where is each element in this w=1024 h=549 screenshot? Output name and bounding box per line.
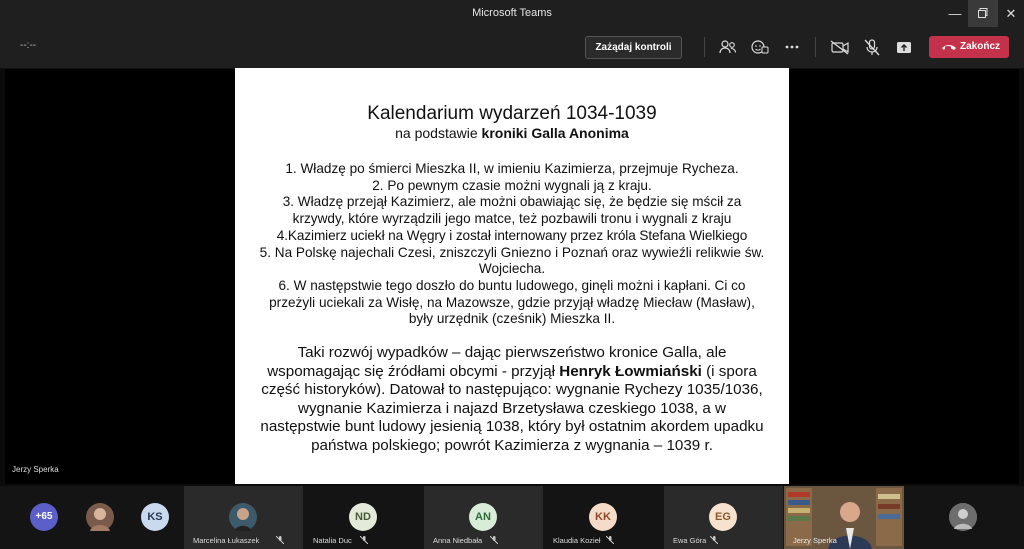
subtitle-bold: kroniki Galla Anonima [481,125,629,141]
avatar-initials: KK [589,503,617,531]
participant-name: Ewa Góra [673,536,707,545]
camera-off-icon[interactable] [828,36,852,58]
slide-subtitle: na podstawie kroniki Galla Anonima [235,125,789,141]
mic-off-icon [710,536,718,544]
participant-name: Klaudia Kozieł [553,536,601,545]
minimize-icon[interactable]: — [940,0,970,27]
end-call-label: Zakończ [960,41,1001,52]
event-list: 1. Władzę po śmierci Mieszka II, w imien… [257,161,767,328]
participant-tile[interactable]: ND Natalia Duc [304,486,423,549]
list-item: 4.Kazimierz uciekł na Węgry i został int… [276,227,748,243]
title-bar: Microsoft Teams — ✕ [0,0,1024,27]
participant-tile[interactable]: KK Klaudia Kozieł [544,486,663,549]
mic-off-icon [276,536,284,544]
presentation-slide: Kalendarium wydarzeń 1034-1039 na podsta… [235,68,789,484]
para-bold-name: Henryk Łowmiański [559,362,702,380]
participants-icon[interactable] [716,36,740,58]
participants-strip: +65 KS Marcelina Łukaszek ND Natalia Duc… [0,486,1024,549]
avatar[interactable] [86,503,114,531]
phone-icon [942,45,956,50]
list-item: 5. Na Polskę najechali Czesi, zniszczyli… [259,244,765,277]
participant-tile[interactable]: Marcelina Łukaszek [184,486,303,549]
toolbar-divider [704,37,705,57]
share-icon[interactable] [892,36,916,58]
participant-name: Jerzy Sperka [793,536,837,545]
mic-off-icon [606,536,614,544]
meeting-timer: --:-- [20,40,37,51]
list-item: 2. Po pewnym czasie możni wygnali ją z k… [372,177,652,193]
meeting-toolbar: --:-- Zażądaj kontroli Zakończ [0,27,1024,69]
participant-name: Marcelina Łukaszek [193,536,260,545]
avatar-initials: EG [709,503,737,531]
end-call-button[interactable]: Zakończ [929,36,1009,58]
more-icon[interactable] [780,36,804,58]
participant-tile[interactable]: EG Ewa Góra [664,486,783,549]
participant-name: Anna Niedbała [433,536,483,545]
list-item: 3. Władzę przejął Kazimierz, ale możni o… [282,194,742,227]
reactions-icon[interactable] [748,36,772,58]
avatar-ks[interactable]: KS [141,503,169,531]
participant-name: Natalia Duc [313,536,352,545]
avatar-initials: AN [469,503,497,531]
slide-title: Kalendarium wydarzeń 1034-1039 [367,103,657,124]
overflow-participants-badge[interactable]: +65 [30,503,58,531]
mic-off-icon[interactable] [860,36,884,58]
subtitle-prefix: na podstawie [395,125,482,141]
summary-paragraph: Taki rozwój wypadków – dając pierwszeńst… [257,344,767,456]
maximize-icon[interactable] [968,0,998,27]
toolbar-divider [815,37,816,57]
window-title: Microsoft Teams [472,7,552,19]
close-icon[interactable]: ✕ [996,0,1024,27]
participant-video-tile[interactable]: Jerzy Sperka [784,486,904,549]
mic-off-icon [490,536,498,544]
participant-tile[interactable]: AN Anna Niedbała [424,486,543,549]
mic-off-icon [360,536,368,544]
list-item: 1. Władzę po śmierci Mieszka II, w imien… [285,161,739,176]
avatar[interactable] [949,503,977,531]
list-item: 6. W następstwie tego doszło do buntu lu… [269,277,755,327]
avatar-initials: ND [349,503,377,531]
request-control-button[interactable]: Zażądaj kontroli [585,36,682,59]
avatar [229,503,257,531]
presenter-name-tag: Jerzy Sperka [12,465,59,474]
